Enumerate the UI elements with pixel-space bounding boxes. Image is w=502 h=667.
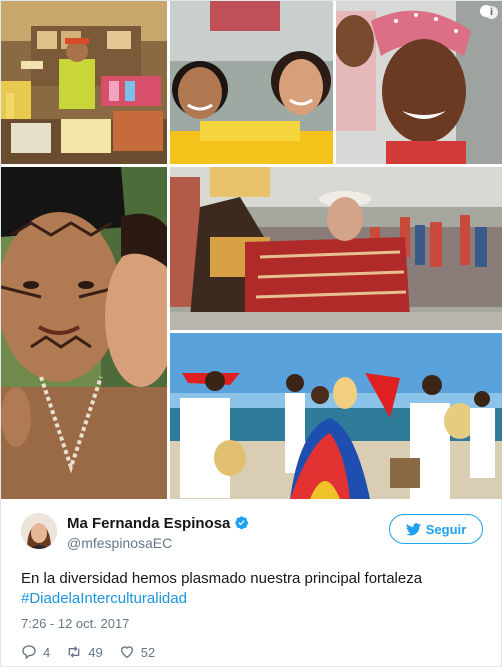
tweet-actions: 4 49 52 xyxy=(21,642,171,662)
follow-button[interactable]: Seguir xyxy=(389,514,483,544)
info-icon[interactable]: i xyxy=(485,6,498,19)
follow-label: Seguir xyxy=(425,521,467,537)
tweet-author: Ma Fernanda Espinosa @mfespinosaEC Segui… xyxy=(21,511,483,555)
like-button[interactable]: 52 xyxy=(119,644,155,660)
tweet-text: En la diversidad hemos plasmado nuestra … xyxy=(21,569,491,609)
photo-collage[interactable]: i xyxy=(1,1,502,499)
tweet-timestamp[interactable]: 7:26 - 12 oct. 2017 xyxy=(21,616,129,631)
photo-market-vendor[interactable] xyxy=(1,1,167,164)
tweet-card: i Ma Fernanda Espinosa @mfespinosaEC Seg… xyxy=(0,0,502,667)
retweet-button[interactable]: 49 xyxy=(66,644,103,660)
author-handle[interactable]: @mfespinosaEC xyxy=(67,535,172,551)
photo-two-women[interactable] xyxy=(170,1,333,164)
reply-button[interactable]: 4 xyxy=(21,644,50,660)
avatar[interactable] xyxy=(21,513,57,549)
retweet-icon xyxy=(68,646,80,658)
photo-festival-dancers[interactable] xyxy=(170,167,502,330)
reply-count: 4 xyxy=(43,644,51,660)
photo-beach-dancers[interactable] xyxy=(170,333,502,499)
tweet-text-line: En la diversidad hemos plasmado nuestra … xyxy=(21,570,423,587)
author-name-text: Ma Fernanda Espinosa xyxy=(67,515,231,532)
hashtag-link[interactable]: #DiadelaInterculturalidad xyxy=(21,589,491,609)
reply-icon xyxy=(22,645,36,660)
twitter-bird-icon xyxy=(405,522,421,535)
author-name[interactable]: Ma Fernanda Espinosa xyxy=(67,515,249,532)
photo-face-paint[interactable] xyxy=(1,167,167,499)
photo-woman-headscarf[interactable]: i xyxy=(336,1,502,164)
retweet-count: 49 xyxy=(88,644,103,660)
verified-badge-icon xyxy=(235,516,249,530)
like-count: 52 xyxy=(140,644,156,660)
heart-icon xyxy=(120,646,133,659)
